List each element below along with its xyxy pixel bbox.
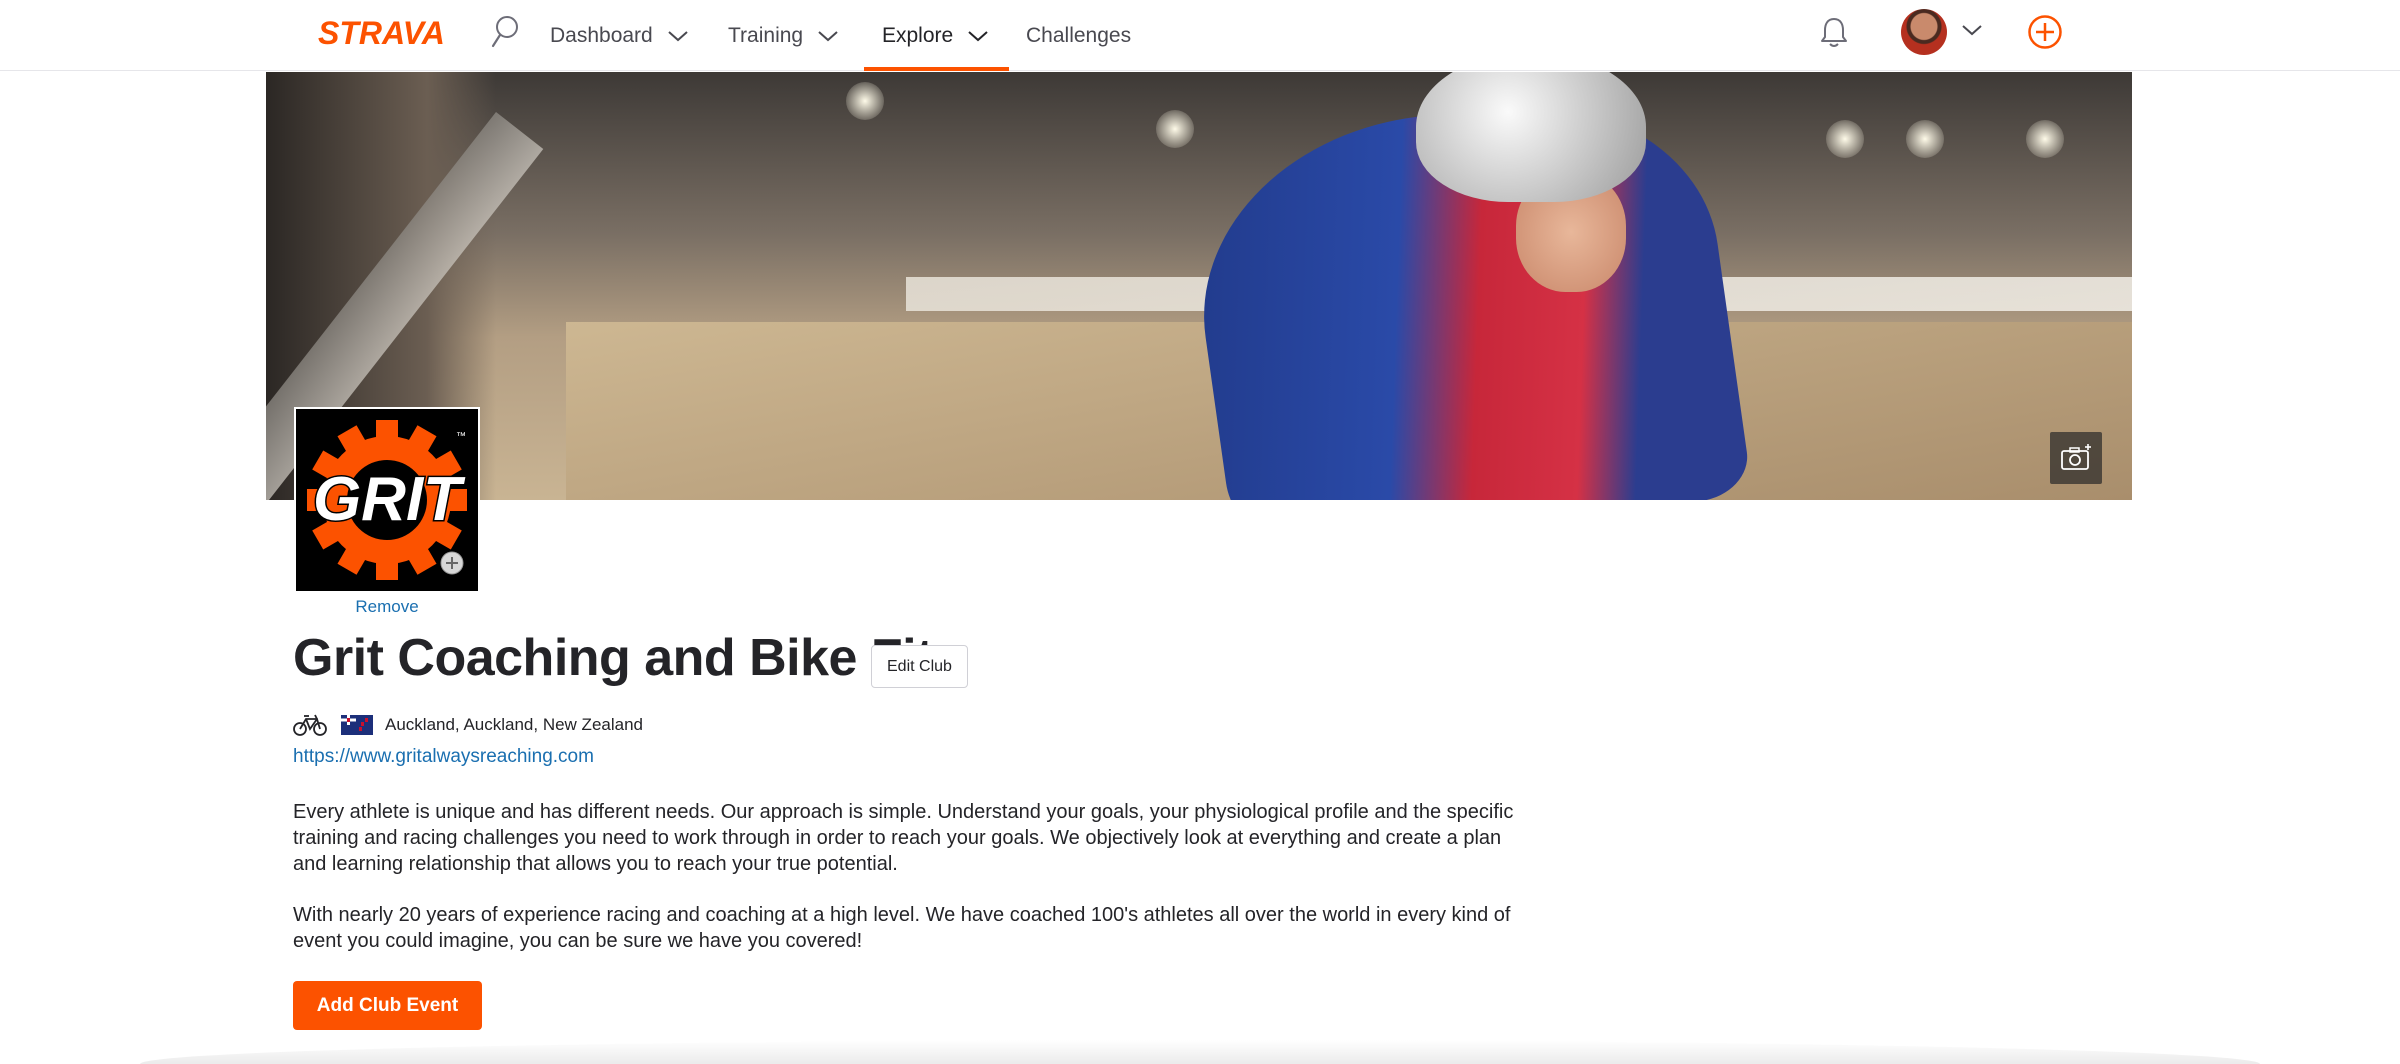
camera-icon	[2061, 444, 2091, 470]
club-location: Auckland, Auckland, New Zealand	[385, 715, 643, 734]
bike-icon	[293, 714, 327, 736]
club-description-paragraph: Every athlete is unique and has differen…	[293, 801, 1514, 875]
logo-text: GRIT	[313, 465, 466, 534]
club-website-link[interactable]: https://www.gritalwaysreaching.com	[293, 746, 594, 768]
chevron-down-icon	[668, 30, 688, 41]
club-cover-photo	[266, 72, 2132, 500]
bell-icon[interactable]	[1817, 14, 1851, 55]
nav-explore-label: Explore	[882, 23, 954, 47]
plus-circle-icon[interactable]	[2027, 14, 2063, 55]
club-meta: Auckland, Auckland, New Zealand	[293, 711, 643, 739]
chevron-down-icon	[968, 30, 988, 41]
nav-challenges[interactable]: Challenges	[1026, 0, 1131, 71]
top-navigation: STRAVA Dashboard Training Explore Challe…	[0, 0, 2400, 71]
chevron-down-icon	[818, 30, 838, 41]
cover-rider-helmet	[1416, 72, 1646, 202]
new-zealand-flag-icon	[341, 715, 373, 735]
nav-dashboard[interactable]: Dashboard	[550, 0, 689, 71]
edit-club-button[interactable]: Edit Club	[871, 645, 968, 688]
nav-training[interactable]: Training	[728, 0, 839, 71]
search-icon[interactable]	[488, 14, 522, 50]
card-shadow	[140, 1040, 2260, 1064]
cover-light	[846, 82, 884, 120]
nav-dashboard-label: Dashboard	[550, 23, 653, 47]
club-logo[interactable]: GRIT ™	[294, 407, 480, 593]
active-nav-indicator	[864, 67, 1009, 71]
remove-logo-link[interactable]: Remove	[294, 597, 480, 617]
club-description-paragraph: With nearly 20 years of experience racin…	[293, 904, 1511, 952]
change-cover-photo-button[interactable]	[2050, 432, 2102, 484]
cover-light	[1156, 110, 1194, 148]
chevron-down-icon[interactable]	[1961, 23, 1983, 42]
cover-light	[1826, 120, 1864, 158]
add-club-event-button[interactable]: Add Club Event	[293, 981, 482, 1030]
nav-training-label: Training	[728, 23, 804, 47]
nav-challenges-label: Challenges	[1026, 23, 1132, 47]
avatar[interactable]	[1901, 9, 1947, 55]
nav-explore[interactable]: Explore	[882, 0, 989, 71]
logo-trademark: ™	[456, 431, 466, 442]
club-name: Grit Coaching and Bike Fit	[293, 629, 933, 687]
cover-light	[1906, 120, 1944, 158]
brand-wordmark: STRAVA	[318, 17, 445, 47]
cover-light	[2026, 120, 2064, 158]
strava-logo[interactable]: STRAVA	[318, 15, 456, 52]
